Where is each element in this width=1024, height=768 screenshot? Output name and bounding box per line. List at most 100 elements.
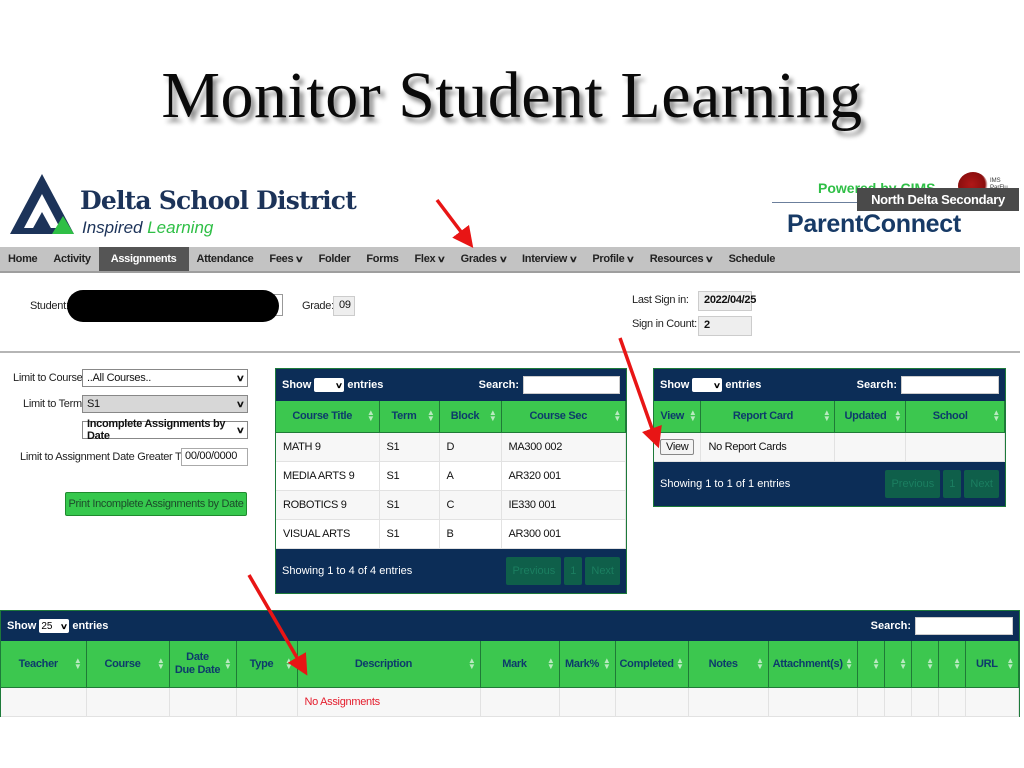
term-filter-value: S1	[87, 398, 100, 410]
sort-icon: ▲ ▼	[488, 408, 497, 424]
page-1-button[interactable]: 1	[943, 469, 962, 498]
col-blank-2[interactable]: ▲ ▼	[884, 641, 912, 688]
show-label: Show	[7, 620, 37, 632]
cell-block: C	[439, 490, 502, 520]
cell-term: S1	[379, 432, 440, 462]
print-incomplete-button[interactable]: Print Incomplete Assignments by Date	[65, 492, 247, 516]
col-blank-4[interactable]: ▲ ▼	[938, 641, 966, 688]
cell-course-sec: IE330 001	[501, 490, 626, 520]
table-row[interactable]: MATH 9 S1 D MA300 002	[276, 432, 626, 462]
nav-forms[interactable]: Forms	[358, 247, 406, 271]
col-report-card[interactable]: Report Card ▲ ▼	[700, 401, 836, 433]
col-completed[interactable]: Completed ▲ ▼	[615, 641, 689, 688]
district-name: Delta School District	[80, 186, 357, 215]
col-term[interactable]: Term ▲ ▼	[379, 401, 440, 433]
sort-icon: ▲ ▼	[899, 655, 907, 671]
assignments-grid: Teacher ▲ ▼ Course ▲ ▼ Date Due Date ▲ ▼ Type ▲…	[1, 641, 1020, 717]
col-attachments[interactable]: Attachment(s) ▲ ▼	[768, 641, 858, 688]
col-notes[interactable]: Notes ▲ ▼	[688, 641, 769, 688]
sort-icon: ▲ ▼	[1006, 655, 1014, 671]
entries-select[interactable]: 25 ∨	[39, 619, 70, 633]
cell-course-sec: MA300 002	[501, 432, 626, 462]
page-1-button[interactable]: 1	[564, 556, 583, 585]
next-button[interactable]: Next	[964, 469, 999, 498]
col-due-date[interactable]: Date Due Date ▲ ▼	[169, 641, 237, 688]
nav-fees[interactable]: Fees ∨	[261, 247, 310, 271]
nav-profile[interactable]: Profile ∨	[584, 247, 641, 271]
view-report-button[interactable]: View	[660, 438, 695, 455]
report-type-select[interactable]: Incomplete Assignments by Date ∨	[82, 418, 248, 442]
parentconnect-screen: Delta School District Inspired Learning …	[0, 160, 1024, 720]
sign-in-count-value: 2	[698, 316, 752, 336]
col-teacher[interactable]: Teacher ▲ ▼	[1, 641, 87, 688]
col-type[interactable]: Type ▲ ▼	[236, 641, 298, 688]
cell-course	[86, 687, 170, 717]
cell-mark-percent	[559, 687, 616, 717]
col-blank-1[interactable]: ▲ ▼	[857, 641, 885, 688]
date-filter-input[interactable]: 00/00/0000	[181, 448, 248, 466]
nav-label: Fees	[269, 253, 294, 265]
column-label: Course Title	[292, 410, 353, 423]
nav-label: Resources	[649, 253, 704, 265]
col-mark[interactable]: Mark ▲ ▼	[480, 641, 560, 688]
col-url[interactable]: URL ▲ ▼	[965, 641, 1020, 688]
report-table-footer: Showing 1 to 1 of 1 entries Previous 1 N…	[654, 462, 1005, 506]
col-mark-percent[interactable]: Mark% ▲ ▼	[559, 641, 616, 688]
nav-schedule[interactable]: Schedule	[721, 247, 784, 271]
cell-notes	[688, 687, 769, 717]
column-label: Mark	[502, 657, 527, 670]
nav-activity[interactable]: Activity	[45, 247, 98, 271]
previous-button[interactable]: Previous	[885, 469, 941, 498]
column-label: School	[932, 410, 968, 423]
cell-blank	[938, 687, 966, 717]
student-name-redacted[interactable]	[67, 290, 279, 322]
entries-select[interactable]: ∨	[692, 378, 723, 392]
last-sign-in-label: Last Sign in:	[632, 294, 689, 306]
cell-school	[905, 432, 1005, 462]
col-view[interactable]: View ▲ ▼	[654, 401, 702, 433]
next-button[interactable]: Next	[585, 556, 620, 585]
col-school[interactable]: School ▲ ▼	[905, 401, 1005, 433]
col-course-title[interactable]: Course Title ▲ ▼	[276, 401, 380, 433]
search-input[interactable]	[523, 376, 620, 394]
table-row[interactable]: MEDIA ARTS 9 S1 A AR320 001	[276, 461, 626, 491]
table-row[interactable]: VISUAL ARTS S1 B AR300 001	[276, 519, 626, 549]
nav-grades[interactable]: Grades ∨	[453, 247, 514, 271]
chevron-down-icon: ∨	[235, 372, 245, 383]
chevron-down-icon: ∨	[705, 253, 714, 264]
nav-interview[interactable]: Interview ∨	[514, 247, 584, 271]
nav-assignments[interactable]: Assignments	[98, 247, 189, 271]
chevron-down-icon: ∨	[498, 253, 508, 264]
pagination: Previous 1 Next	[506, 556, 620, 585]
sort-icon: ▲ ▼	[467, 655, 476, 671]
nav-attendance[interactable]: Attendance	[189, 247, 262, 271]
search-input[interactable]	[915, 617, 1013, 635]
nav-home[interactable]: Home	[0, 247, 45, 271]
table-info: Showing 1 to 4 of 4 entries	[282, 564, 413, 577]
col-course-sec[interactable]: Course Sec ▲ ▼	[501, 401, 626, 433]
course-filter-select[interactable]: ..All Courses.. ∨	[82, 369, 248, 387]
column-label: Updated	[844, 410, 887, 423]
col-course[interactable]: Course ▲ ▼	[86, 641, 170, 688]
search-input[interactable]	[901, 376, 999, 394]
col-description[interactable]: Description ▲ ▼	[297, 641, 481, 688]
table-row[interactable]: ROBOTICS 9 S1 C IE330 001	[276, 490, 626, 520]
table-info: Showing 1 to 1 of 1 entries	[660, 477, 791, 490]
entries-select[interactable]: ∨	[314, 378, 345, 392]
col-block[interactable]: Block ▲ ▼	[439, 401, 502, 433]
col-updated[interactable]: Updated ▲ ▼	[834, 401, 907, 433]
previous-button[interactable]: Previous	[506, 556, 562, 585]
search-label: Search:	[856, 379, 897, 391]
cell-course-sec: AR320 001	[501, 461, 626, 491]
nav-label: Home	[8, 253, 38, 265]
col-blank-3[interactable]: ▲ ▼	[911, 641, 939, 688]
nav-flex[interactable]: Flex ∨	[407, 247, 453, 271]
chevron-down-icon: ∨	[437, 253, 446, 264]
term-filter-select[interactable]: S1 ∨	[82, 395, 248, 413]
nav-folder[interactable]: Folder	[311, 247, 359, 271]
nav-resources[interactable]: Resources ∨	[642, 247, 721, 271]
student-label: Student:	[30, 300, 69, 312]
cell-course-title: ROBOTICS 9	[276, 490, 380, 520]
cell-course-sec: AR300 001	[501, 519, 626, 549]
sort-icon: ▲ ▼	[953, 655, 961, 671]
